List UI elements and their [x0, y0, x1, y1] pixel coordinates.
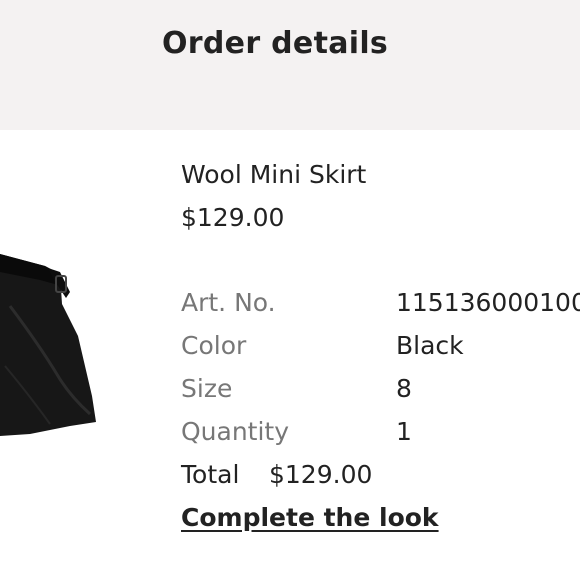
art-no-value: 1151360001005: [396, 288, 580, 317]
size-value: 8: [396, 374, 412, 403]
color-value: Black: [396, 331, 464, 360]
order-details-header: Order details: [0, 0, 580, 130]
quantity-label: Quantity: [181, 417, 290, 446]
page-title: Order details: [162, 26, 389, 61]
product-image[interactable]: [0, 246, 100, 436]
complete-the-look-link[interactable]: Complete the look: [181, 503, 439, 532]
product-price: $129.00: [181, 203, 285, 232]
product-name: Wool Mini Skirt: [181, 160, 367, 189]
quantity-value: 1: [396, 417, 412, 446]
color-label: Color: [181, 331, 247, 360]
art-no-label: Art. No.: [181, 288, 276, 317]
size-label: Size: [181, 374, 233, 403]
total-label: Total: [181, 460, 240, 489]
total-value: $129.00: [269, 460, 373, 489]
